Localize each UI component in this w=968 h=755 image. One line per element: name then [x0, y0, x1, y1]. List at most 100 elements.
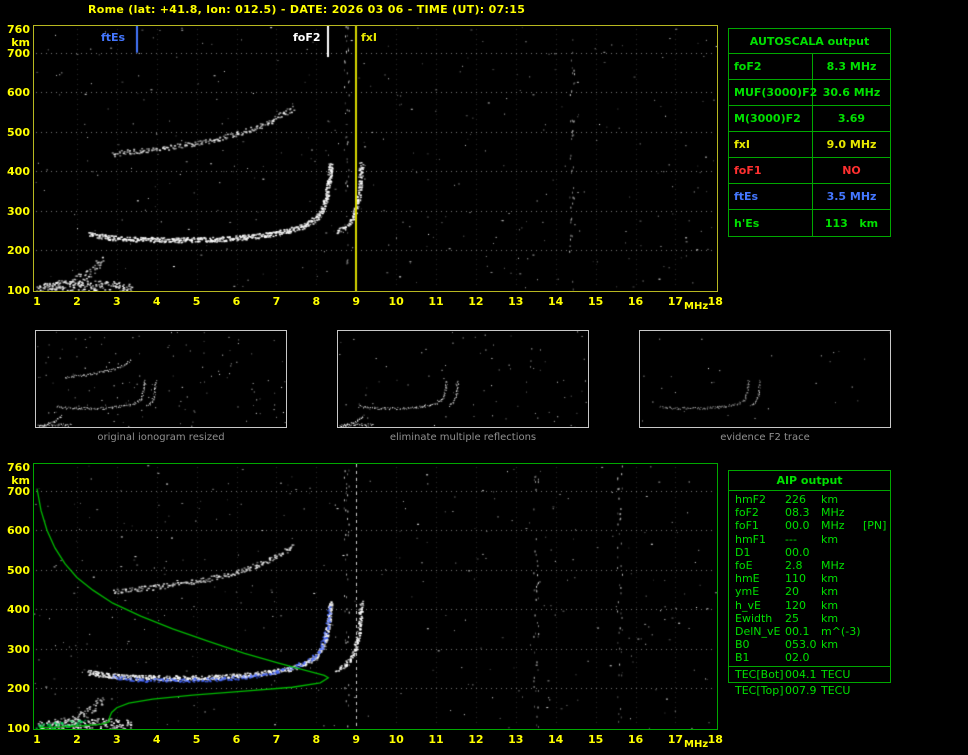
bottom-y-tick-500: 500: [7, 563, 30, 577]
aip-param-name: Ewidth: [735, 611, 773, 625]
top-x-tick-9: 9: [352, 295, 361, 308]
ftes-marker-label: ftEs: [101, 31, 126, 44]
aip-row-foF2: foF2 08.3 MHz: [729, 506, 890, 519]
aip-param-unit: MHz: [821, 506, 845, 520]
aip-param-extra: [PN]: [863, 519, 887, 533]
top-x-tick-1: 1: [33, 295, 41, 308]
top-x-tick-2: 2: [73, 295, 81, 308]
autoscala-param-name: fxI: [729, 132, 813, 157]
fof2-marker-label: foF2: [293, 31, 321, 44]
aip-param-unit: km: [821, 572, 839, 586]
aip-param-name: B1: [735, 651, 750, 665]
aip-param-value: 053.0: [785, 638, 817, 652]
top-y-tick-400: 400: [7, 165, 30, 179]
top-x-tick-4: 4: [152, 295, 161, 308]
autoscala-row-foF1: foF1 NO: [729, 158, 890, 184]
aip-param-extra: [863, 533, 890, 546]
top-ionogram-canvas: [34, 26, 717, 291]
aip-param-value: 110: [785, 572, 806, 586]
aip-param-unit: km: [821, 532, 839, 546]
bottom-y-tick-100: 100: [7, 721, 30, 735]
top-x-tick-7: 7: [272, 295, 281, 308]
top-x-tick-8: 8: [312, 295, 321, 308]
bottom-x-tick-12: 12: [468, 733, 484, 746]
aip-row-Ewidth: Ewidth 25 km: [729, 612, 890, 625]
top-x-tick-10: 10: [388, 295, 404, 308]
top-ionogram-plot: [33, 25, 718, 292]
top-x-tick-16: 16: [627, 295, 644, 308]
top-x-tick-3: 3: [112, 295, 121, 308]
autoscala-row-foF2: foF2 8.3 MHz: [729, 54, 890, 80]
bottom-x-axis-unit: MHz: [684, 739, 709, 750]
top-x-tick-12: 12: [468, 295, 484, 308]
thumbnail-multiple-reflections: [337, 330, 589, 428]
aip-param-extra: [863, 638, 890, 651]
aip-param-unit: [821, 546, 863, 559]
aip-param-unit: m^(-3): [821, 624, 861, 638]
top-x-tick-13: 13: [508, 295, 524, 308]
aip-param-extra: [863, 546, 890, 559]
aip-param-name: B0: [735, 638, 750, 652]
top-x-tick-18: 18: [707, 295, 723, 308]
aip-param-name: foF2: [735, 506, 759, 520]
aip-param-name: TEC[Bot]: [735, 668, 784, 682]
page-title: Rome (lat: +41.8, lon: 012.5) - DATE: 20…: [88, 3, 526, 16]
bottom-x-tick-6: 6: [232, 733, 241, 746]
thumbnail-reflections-canvas: [338, 331, 588, 427]
aip-param-value: 25: [785, 611, 799, 625]
aip-row-hvE: h_vE 120 km: [729, 599, 890, 612]
aip-param-name: hmE: [735, 572, 760, 586]
autoscala-param-name: foF1: [729, 158, 813, 183]
thumbnail-caption: eliminate multiple reflections: [389, 432, 537, 443]
aip-param-unit: km: [821, 493, 839, 506]
aip-param-name: ymE: [735, 585, 760, 599]
aip-param-name: foE: [735, 558, 753, 572]
aip-param-value: 007.9: [785, 684, 817, 697]
bottom-x-tick-14: 14: [548, 733, 564, 746]
aip-param-name: D1: [735, 545, 751, 559]
aip-param-name: TEC[Top]: [735, 684, 784, 697]
aip-param-unit: MHz: [821, 558, 845, 572]
autoscala-table-title: AUTOSCALA output: [729, 29, 890, 54]
autoscala-param-value: 3.69: [837, 112, 866, 125]
aip-tec-bot-row: TEC[Bot] 004.1 TECU: [729, 668, 890, 681]
aip-param-extra: [863, 625, 890, 638]
thumbnail-f2-trace: [639, 330, 891, 428]
bottom-x-tick-4: 4: [152, 733, 161, 746]
thumbnail-f2-canvas: [640, 331, 890, 427]
autoscala-app-window: Rome (lat: +41.8, lon: 012.5) - DATE: 20…: [0, 0, 968, 755]
aip-param-extra: [863, 684, 891, 697]
bottom-x-tick-5: 5: [192, 733, 201, 746]
top-x-tick-15: 15: [587, 295, 604, 308]
aip-row-hmF2: hmF2 226 km: [729, 493, 890, 506]
aip-row-foE: foE 2.8 MHz: [729, 559, 890, 572]
aip-param-unit: km: [821, 585, 839, 599]
aip-param-name: foF1: [735, 519, 759, 533]
bottom-x-tick-13: 13: [508, 733, 524, 746]
bottom-x-tick-10: 10: [388, 733, 404, 746]
thumbnail-caption: original ionogram resized: [97, 432, 225, 443]
bottom-x-tick-1: 1: [33, 733, 41, 746]
autoscala-row-MUF3000F2: MUF(3000)F2 30.6 MHz: [729, 80, 890, 106]
aip-param-unit: km: [821, 611, 839, 625]
aip-param-value: 00.0: [785, 519, 810, 533]
aip-row-hmE: hmE 110 km: [729, 572, 890, 585]
aip-param-name: hmF1: [735, 532, 767, 546]
aip-row-DelNvE: DelN_vE 00.1 m^(-3): [729, 625, 890, 638]
autoscala-param-name: ftEs: [729, 184, 813, 209]
top-y-tick-300: 300: [7, 204, 30, 218]
aip-param-extra: [863, 559, 890, 572]
aip-param-extra: [863, 493, 890, 506]
aip-param-extra: [863, 585, 890, 598]
top-y-tick-200: 200: [7, 244, 30, 258]
bottom-x-tick-16: 16: [627, 733, 644, 746]
top-y-tick-760: 760: [7, 23, 30, 36]
autoscala-row-fxI: fxI 9.0 MHz: [729, 132, 890, 158]
aip-param-value: 00.1: [785, 624, 810, 638]
aip-tec-top-row: TEC[Top] 007.9 TECU: [728, 684, 891, 697]
aip-row-foF1: foF1 00.0 MHz [PN]: [729, 519, 890, 532]
bottom-x-tick-8: 8: [312, 733, 321, 746]
thumbnail-original-canvas: [36, 331, 286, 427]
aip-tec-separator: [729, 666, 890, 668]
autoscala-param-name: M(3000)F2: [729, 106, 813, 131]
